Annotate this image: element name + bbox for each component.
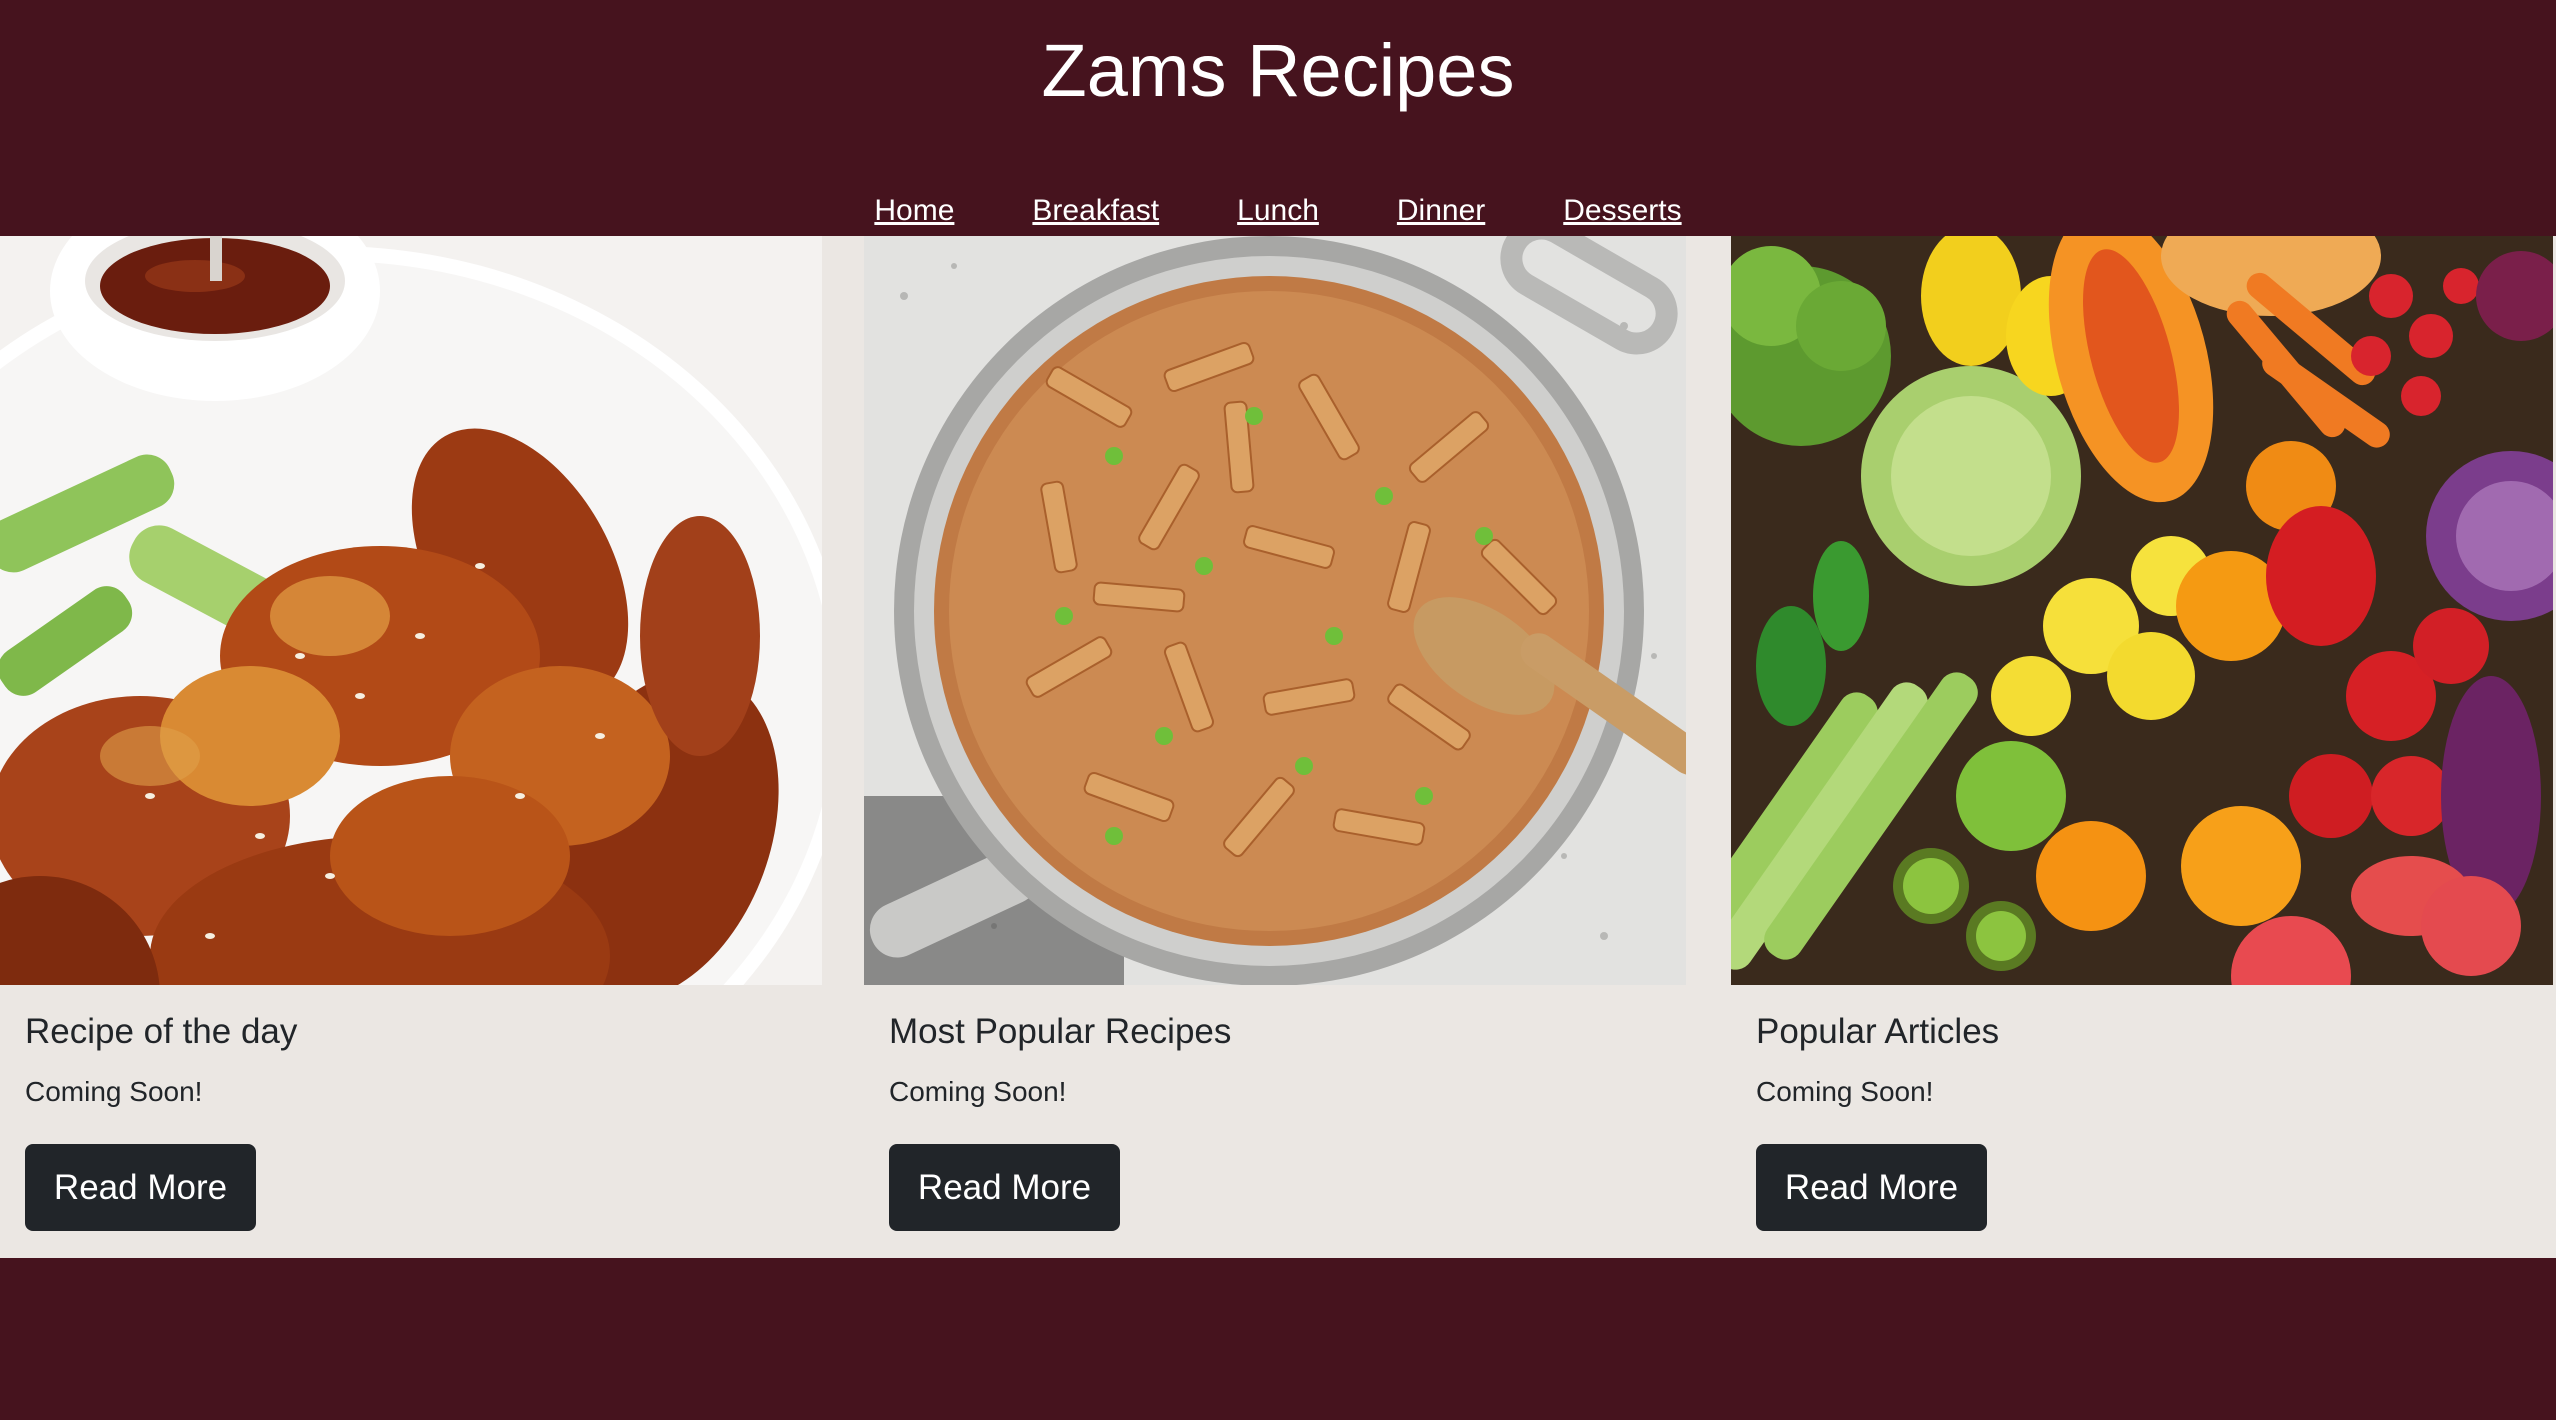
card-popular-articles: Popular Articles Coming Soon! Read More [1731, 236, 2553, 1258]
card-text: Coming Soon! [889, 1076, 1067, 1107]
site-title: Zams Recipes [1041, 29, 1515, 112]
card-text: Coming Soon! [25, 1076, 203, 1107]
nav-link-lunch[interactable]: Lunch [1237, 194, 1319, 228]
read-more-button[interactable]: Read More [1756, 1144, 1987, 1231]
card-title: Most Popular Recipes [889, 1012, 1232, 1051]
site-header: Zams Recipes Home Breakfast Lunch Dinner… [0, 0, 2556, 236]
nav-link-dinner[interactable]: Dinner [1397, 194, 1485, 228]
pasta-skillet-image [864, 236, 1686, 985]
vegetables-fruits-image [1731, 236, 2553, 985]
cards-section: Recipe of the day Coming Soon! Read More [0, 236, 2556, 1258]
chicken-wings-image [0, 236, 822, 985]
card-recipe-of-the-day: Recipe of the day Coming Soon! Read More [0, 236, 822, 1258]
card-most-popular-recipes: Most Popular Recipes Coming Soon! Read M… [864, 236, 1686, 1258]
nav-link-breakfast[interactable]: Breakfast [1032, 194, 1159, 228]
card-title: Recipe of the day [25, 1012, 298, 1051]
read-more-button[interactable]: Read More [25, 1144, 256, 1231]
read-more-button[interactable]: Read More [889, 1144, 1120, 1231]
nav-link-desserts[interactable]: Desserts [1563, 194, 1681, 228]
main-nav: Home Breakfast Lunch Dinner Desserts [0, 194, 2556, 228]
card-title: Popular Articles [1756, 1012, 2000, 1051]
card-text: Coming Soon! [1756, 1076, 1934, 1107]
nav-link-home[interactable]: Home [874, 194, 954, 228]
